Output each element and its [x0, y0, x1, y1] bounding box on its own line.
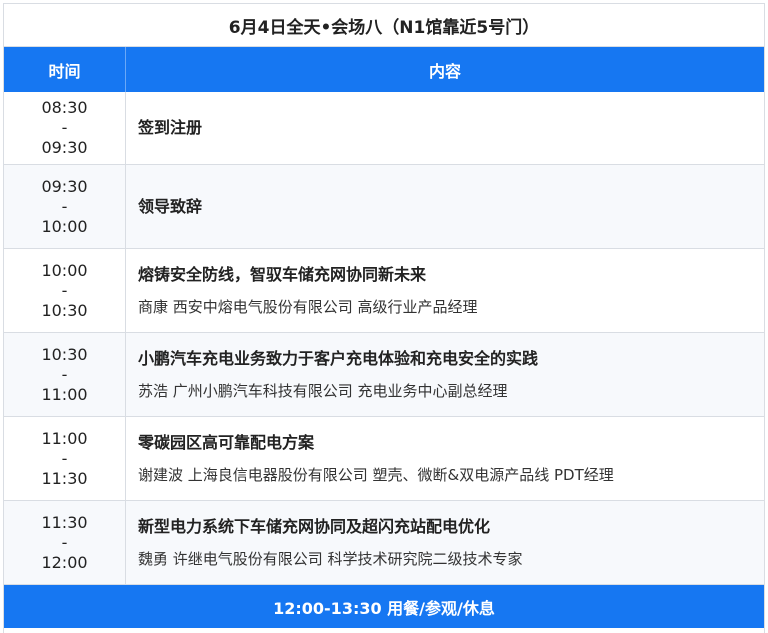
speaker-info: 商康 西安中熔电气股份有限公司 高级行业产品经理 — [138, 297, 478, 316]
time-separator: - — [61, 280, 68, 300]
time-cell: 10:30 - 11:00 — [4, 333, 126, 416]
agenda-table: 6月4日全天•会场八（N1馆靠近5号门） 时间 内容 08:30 - 09:30… — [3, 3, 765, 633]
time-cell: 11:00 - 11:30 — [4, 417, 126, 500]
speaker-info: 苏浩 广州小鹏汽车科技有限公司 充电业务中心副总经理 — [138, 381, 508, 400]
time-cell: 08:30 - 09:30 — [4, 92, 126, 164]
content-cell: 熔铸安全防线，智驭车储充网协同新未来 商康 西安中熔电气股份有限公司 高级行业产… — [126, 249, 764, 332]
talk-title: 零碳园区高可靠配电方案 — [138, 432, 315, 452]
start-time: 08:30 — [41, 98, 88, 117]
start-time: 10:30 — [41, 344, 88, 364]
content-cell: 新型电力系统下车储充网协同及超闪充站配电优化 魏勇 许继电气股份有限公司 科学技… — [126, 501, 764, 584]
time-cell: 09:30 - 10:00 — [4, 165, 126, 248]
table-row: 11:30 - 12:00 新型电力系统下车储充网协同及超闪充站配电优化 魏勇 … — [4, 501, 764, 585]
end-time: 12:00 — [41, 552, 88, 572]
time-separator: - — [61, 532, 68, 552]
talk-title: 熔铸安全防线，智驭车储充网协同新未来 — [138, 264, 427, 284]
start-time: 11:30 — [41, 512, 88, 532]
content-cell: 小鹏汽车充电业务致力于客户充电体验和充电安全的实践 苏浩 广州小鹏汽车科技有限公… — [126, 333, 764, 416]
table-row: 10:30 - 11:00 小鹏汽车充电业务致力于客户充电体验和充电安全的实践 … — [4, 333, 764, 417]
time-separator: - — [61, 196, 68, 216]
table-header: 时间 内容 — [4, 47, 764, 92]
table-row: 08:30 - 09:30 签到注册 — [4, 92, 764, 165]
time-separator: - — [61, 448, 68, 468]
talk-title: 签到注册 — [138, 118, 203, 137]
start-time: 09:30 — [41, 176, 88, 196]
start-time: 10:00 — [41, 260, 88, 280]
talk-title: 小鹏汽车充电业务致力于客户充电体验和充电安全的实践 — [138, 348, 539, 368]
time-cell: 11:30 - 12:00 — [4, 501, 126, 584]
lunch-break-row: 12:00-13:30 用餐/参观/休息 — [4, 585, 764, 628]
speaker-info: 谢建波 上海良信电器股份有限公司 塑壳、微断&双电源产品线 PDT经理 — [138, 465, 614, 484]
content-cell: 签到注册 — [126, 92, 764, 164]
talk-title: 新型电力系统下车储充网协同及超闪充站配电优化 — [138, 516, 491, 536]
end-time: 11:00 — [41, 384, 88, 404]
end-time: 10:30 — [41, 300, 88, 320]
end-time: 10:00 — [41, 216, 88, 236]
speaker-info: 魏勇 许继电气股份有限公司 科学技术研究院二级技术专家 — [138, 549, 523, 568]
table-row: 11:00 - 11:30 零碳园区高可靠配电方案 谢建波 上海良信电器股份有限… — [4, 417, 764, 501]
time-cell: 10:00 - 10:30 — [4, 249, 126, 332]
content-cell: 零碳园区高可靠配电方案 谢建波 上海良信电器股份有限公司 塑壳、微断&双电源产品… — [126, 417, 764, 500]
end-time: 09:30 — [41, 138, 88, 157]
session-title: 6月4日全天•会场八（N1馆靠近5号门） — [4, 4, 764, 47]
header-time: 时间 — [4, 47, 126, 92]
talk-title: 领导致辞 — [138, 196, 203, 216]
time-separator: - — [61, 118, 68, 137]
table-row: 10:00 - 10:30 熔铸安全防线，智驭车储充网协同新未来 商康 西安中熔… — [4, 249, 764, 333]
content-cell: 领导致辞 — [126, 165, 764, 248]
start-time: 11:00 — [41, 428, 88, 448]
end-time: 11:30 — [41, 468, 88, 488]
header-content: 内容 — [428, 61, 461, 81]
table-row: 09:30 - 10:00 领导致辞 — [4, 165, 764, 249]
time-separator: - — [61, 364, 68, 384]
